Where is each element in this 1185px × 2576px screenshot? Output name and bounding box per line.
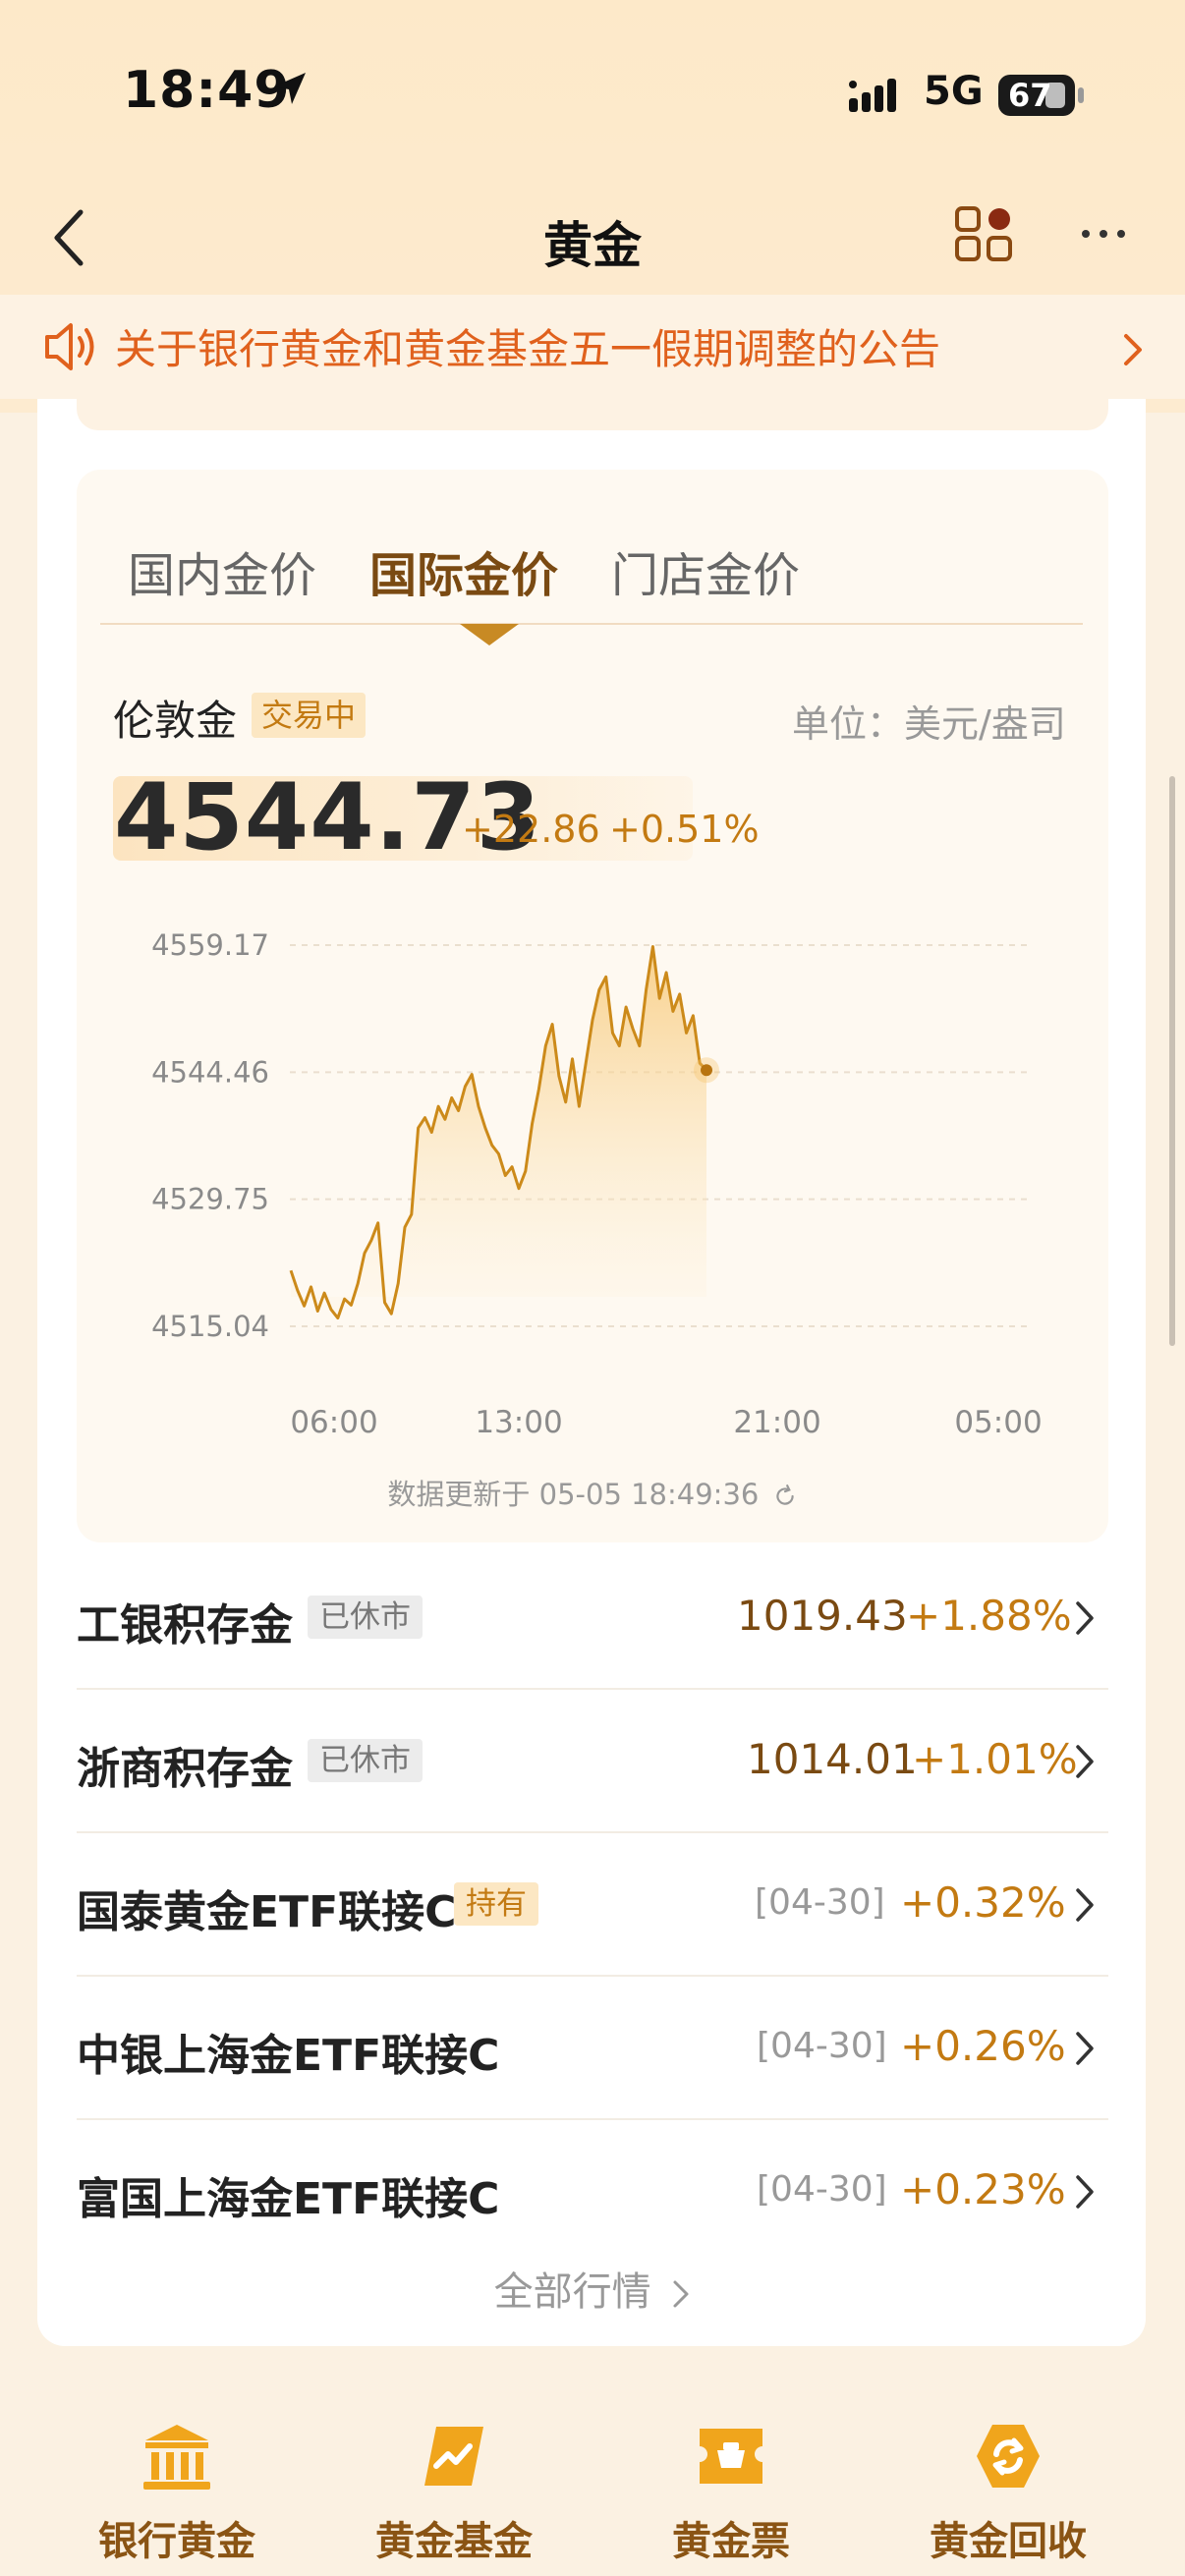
bottom-tab-bar: 银行黄金 黄金基金 黄金票 黄金回收 [0, 2397, 1185, 2576]
list-item[interactable]: 中银上海金ETF联接C [04-30] +0.26% [77, 1977, 1108, 2120]
battery-level: 67 [1008, 77, 1052, 114]
apps-grid-icon[interactable] [953, 202, 1016, 265]
product-change: +0.26% [900, 2022, 1066, 2070]
recycle-icon [977, 2425, 1040, 2488]
y-tick-label: 4515.04 [151, 1310, 269, 1343]
product-name: 国泰黄金ETF联接C [77, 1887, 457, 1937]
product-name: 中银上海金ETF联接C [77, 2031, 500, 2081]
battery-icon: 67 [998, 75, 1075, 116]
product-change: +1.88% [906, 1592, 1072, 1640]
bottom-tab-label: 黄金票 [672, 2519, 790, 2564]
tab-domestic-price[interactable]: 国内金价 [128, 536, 316, 605]
bottom-tab-label: 银行黄金 [98, 2519, 255, 2564]
status-badge: 已休市 [308, 1739, 423, 1782]
last-point-marker [701, 1064, 712, 1077]
announcement-bar[interactable]: 关于银行黄金和黄金基金五一假期调整的公告 [0, 295, 1185, 399]
bottom-tab-gold-fund[interactable]: 黄金基金 [326, 2417, 582, 2564]
list-item[interactable]: 工银积存金 已休市 1019.43 +1.88% [77, 1546, 1108, 1690]
holding-badge: 持有 [454, 1882, 538, 1926]
intraday-price-chart[interactable]: 4559.17 4544.46 4529.75 4515.04 06:00 13:00 21… [138, 914, 1061, 1434]
unit-label: 单位：美元/盎司 [792, 702, 1066, 746]
x-tick-label: 21:00 [733, 1405, 820, 1434]
status-time: 18:49 [123, 61, 291, 120]
product-name: 浙商积存金 [77, 1744, 293, 1794]
battery-nub [1078, 87, 1084, 103]
refresh-icon[interactable] [772, 1484, 798, 1509]
x-tick-label: 06:00 [290, 1405, 377, 1434]
chevron-right-icon [1076, 1888, 1094, 1922]
bottom-tab-gold-recycle[interactable]: 黄金回收 [880, 2417, 1136, 2564]
status-badge: 已休市 [308, 1596, 423, 1639]
x-tick-label: 13:00 [475, 1405, 562, 1434]
bank-icon [143, 2425, 210, 2490]
chevron-right-icon [1076, 1601, 1094, 1635]
location-arrow-icon [274, 73, 306, 104]
data-updated-text: 数据更新于 05-05 18:49:36 [387, 1478, 760, 1511]
network-type: 5G [924, 69, 984, 114]
previous-card-edge [77, 399, 1108, 430]
speaker-icon [45, 323, 94, 370]
tab-divider [100, 623, 1083, 625]
fund-trend-icon [424, 2427, 483, 2486]
signal-icon [849, 79, 896, 112]
chevron-right-icon [673, 2280, 689, 2308]
nav-date: [04-30] [755, 1882, 885, 1923]
tab-store-price[interactable]: 门店金价 [611, 536, 800, 605]
ticket-icon [700, 2429, 762, 2484]
nav-date: [04-30] [757, 2026, 887, 2066]
y-tick-label: 4544.46 [151, 1055, 269, 1089]
price-change-percent: +0.51% [609, 808, 760, 851]
bottom-tab-gold-ticket[interactable]: 黄金票 [603, 2417, 859, 2564]
price-tabs: 国内金价 国际金价 门店金价 [77, 531, 1108, 645]
status-bar: 18:49 5G 67 [0, 0, 1185, 187]
bottom-tab-label: 黄金基金 [375, 2519, 533, 2564]
product-price: 1019.43 [737, 1592, 908, 1640]
price-change: +22.86 [462, 808, 600, 851]
data-updated-row[interactable]: 数据更新于 05-05 18:49:36 [0, 1472, 1185, 1513]
active-tab-pointer [460, 624, 519, 645]
tab-international-price[interactable]: 国际金价 [369, 536, 558, 605]
list-item[interactable]: 国泰黄金ETF联接C 持有 [04-30] +0.32% [77, 1833, 1108, 1977]
nav-date: [04-30] [757, 2169, 887, 2210]
all-market-link[interactable]: 全部行情 [0, 2260, 1185, 2317]
announcement-text: 关于银行黄金和黄金基金五一假期调整的公告 [115, 325, 941, 373]
more-icon[interactable] [1079, 226, 1128, 242]
product-name: 工银积存金 [77, 1600, 293, 1651]
y-tick-label: 4529.75 [151, 1183, 269, 1216]
chevron-right-icon [1076, 1745, 1094, 1778]
list-item[interactable]: 富国上海金ETF联接C [04-30] +0.23% [77, 2120, 1108, 2264]
scrollbar[interactable] [1169, 776, 1175, 1346]
bottom-tab-bank-gold[interactable]: 银行黄金 [49, 2417, 305, 2564]
nav-bar: 黄金 [0, 187, 1185, 295]
y-tick-label: 4559.17 [151, 928, 269, 962]
product-change: +0.32% [900, 1878, 1066, 1927]
bottom-tab-label: 黄金回收 [930, 2519, 1087, 2564]
chevron-right-icon [1124, 334, 1142, 365]
all-market-label: 全部行情 [493, 2269, 651, 2315]
product-change: +1.01% [912, 1735, 1078, 1783]
product-name: 富国上海金ETF联接C [77, 2174, 500, 2224]
x-tick-label: 05:00 [954, 1405, 1042, 1434]
chevron-right-icon [1076, 2032, 1094, 2065]
chevron-right-icon [1076, 2175, 1094, 2209]
list-item[interactable]: 浙商积存金 已休市 1014.01 +1.01% [77, 1690, 1108, 1833]
product-change: +0.23% [900, 2165, 1066, 2213]
trading-status-badge: 交易中 [252, 693, 367, 738]
market-name: 伦敦金 [113, 697, 238, 745]
product-price: 1014.01 [747, 1735, 918, 1783]
